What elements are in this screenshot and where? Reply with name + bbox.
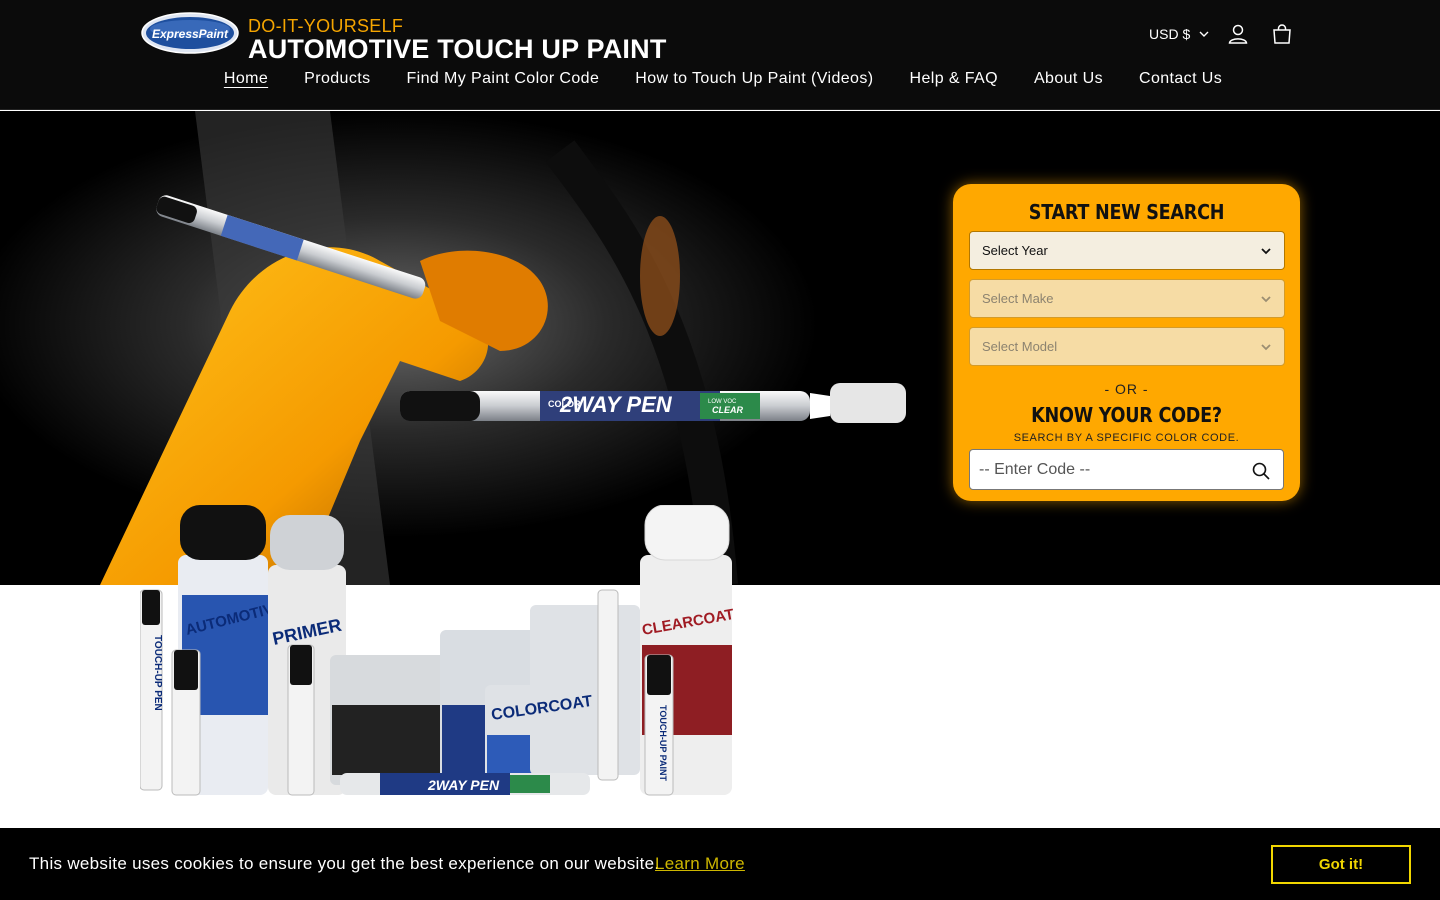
chevron-down-icon: [1261, 296, 1271, 303]
currency-selector[interactable]: USD $: [1149, 24, 1210, 44]
svg-text:2WAY PEN: 2WAY PEN: [427, 777, 500, 793]
code-input[interactable]: [970, 450, 1240, 489]
or-divider: - OR -: [1104, 381, 1149, 397]
search-title: START NEW SEARCH: [1028, 200, 1225, 224]
nav-help-faq[interactable]: Help & FAQ: [909, 70, 997, 94]
svg-text:TOUCH-UP PAINT: TOUCH-UP PAINT: [658, 705, 668, 782]
select-make[interactable]: Select Make: [969, 279, 1285, 318]
select-year-label: Select Year: [982, 243, 1048, 258]
accept-cookies-button[interactable]: Got it!: [1271, 845, 1411, 884]
nav-how-to-videos[interactable]: How to Touch Up Paint (Videos): [635, 70, 873, 94]
learn-more-link[interactable]: Learn More: [655, 854, 745, 874]
site-header: ExpressPaint DO-IT-YOURSELF AUTOMOTIVE T…: [0, 0, 1440, 110]
nav-contact-us[interactable]: Contact Us: [1139, 70, 1222, 94]
nav-home[interactable]: Home: [224, 70, 268, 94]
nav-products[interactable]: Products: [304, 70, 370, 94]
main-nav: Home Products Find My Paint Color Code H…: [0, 70, 1440, 94]
svg-text:CLEAR: CLEAR: [712, 405, 743, 415]
chevron-down-icon: [1199, 31, 1209, 37]
cookie-message: This website uses cookies to ensure you …: [29, 854, 660, 873]
svg-text:ExpressPaint: ExpressPaint: [152, 27, 229, 41]
select-model-label: Select Model: [982, 339, 1058, 354]
select-year[interactable]: Select Year: [969, 231, 1285, 270]
brand-title: AUTOMOTIVE TOUCH UP PAINT: [248, 34, 667, 64]
code-title: KNOW YOUR CODE?: [1031, 403, 1222, 427]
express-paint-logo[interactable]: ExpressPaint: [141, 12, 239, 54]
chevron-down-icon: [1261, 248, 1271, 255]
account-button[interactable]: [1226, 22, 1250, 46]
code-search-field: [969, 449, 1284, 490]
svg-text:COLOR: COLOR: [548, 399, 581, 409]
currency-label: USD $: [1149, 26, 1191, 42]
bag-icon: [1273, 24, 1291, 44]
select-make-label: Select Make: [982, 291, 1054, 306]
paint-search-card: START NEW SEARCH Select Year Select Make…: [953, 184, 1300, 501]
code-subtitle: SEARCH BY A SPECIFIC COLOR CODE.: [1013, 432, 1240, 444]
cart-button[interactable]: [1270, 22, 1294, 46]
nav-find-paint-code[interactable]: Find My Paint Color Code: [406, 70, 599, 94]
search-icon[interactable]: [1251, 461, 1271, 481]
chevron-down-icon: [1261, 344, 1271, 351]
nav-about-us[interactable]: About Us: [1034, 70, 1103, 94]
products-lineup-image: AUTOMOTIVE PRIMER CLEARCOAT COLORCOAT TO…: [140, 505, 735, 796]
svg-text:TOUCH-UP PEN: TOUCH-UP PEN: [152, 635, 163, 711]
svg-text:LOW VOC: LOW VOC: [708, 399, 737, 405]
user-icon: [1228, 24, 1248, 44]
select-model[interactable]: Select Model: [969, 327, 1285, 366]
